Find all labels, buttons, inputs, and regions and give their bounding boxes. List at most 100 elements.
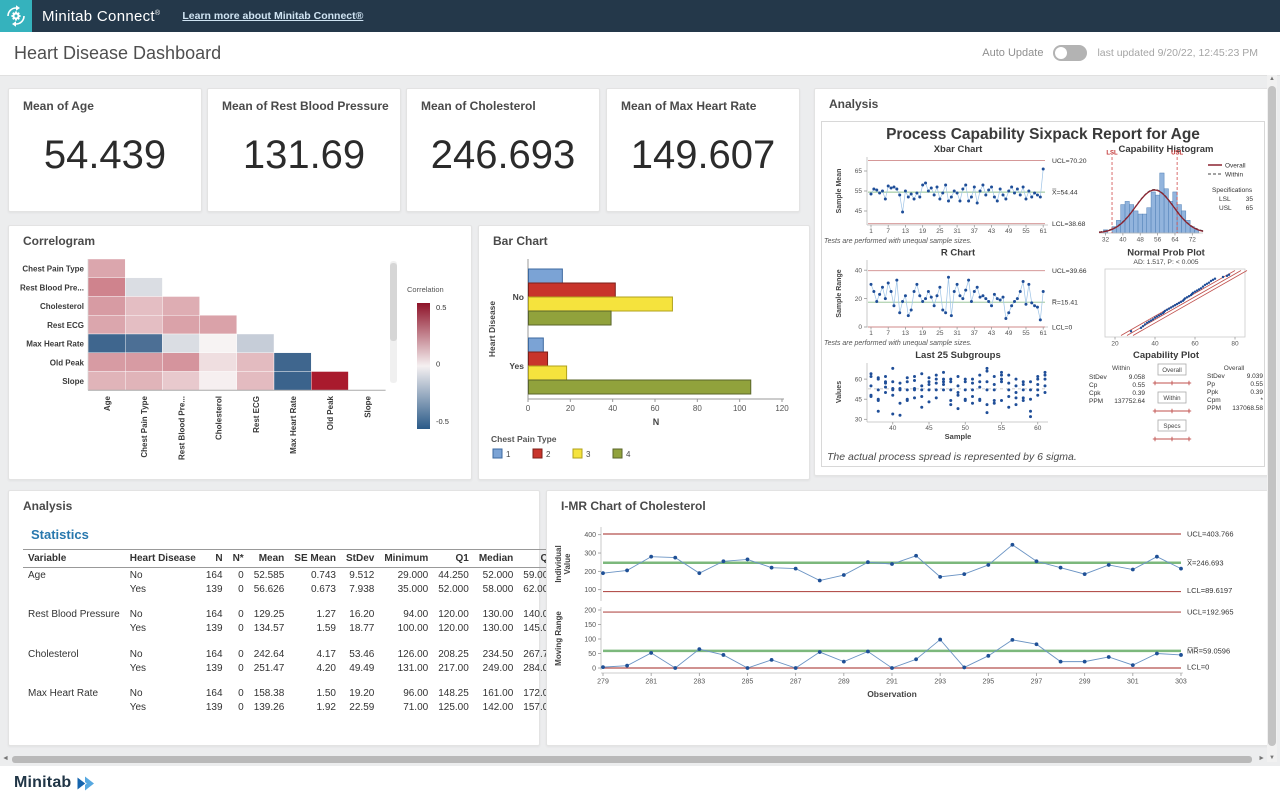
svg-text:50: 50 — [962, 425, 970, 432]
svg-text:Heart Disease: Heart Disease — [487, 301, 497, 358]
vertical-scrollbar[interactable]: ▲ ▼ — [1267, 75, 1277, 762]
svg-text:150: 150 — [584, 622, 596, 629]
svg-text:Yes: Yes — [509, 361, 524, 371]
kpi-card-mean-rest-bp: Mean of Rest Blood Pressure 131.69 — [207, 88, 401, 212]
svg-text:65: 65 — [1246, 205, 1254, 212]
svg-text:293: 293 — [934, 679, 946, 686]
svg-text:Rest Blood Pre...: Rest Blood Pre... — [177, 396, 186, 460]
minitab-logo[interactable]: Minitab — [14, 774, 96, 792]
svg-text:20: 20 — [855, 296, 863, 303]
svg-text:400: 400 — [584, 532, 596, 539]
svg-text:Cpm: Cpm — [1207, 397, 1221, 404]
svg-text:56: 56 — [1154, 237, 1162, 244]
statistics-heading: Statistics — [31, 527, 89, 542]
svg-text:303: 303 — [1175, 679, 1187, 686]
svg-text:Xbar Chart: Xbar Chart — [934, 144, 983, 155]
scroll-up-icon[interactable]: ▲ — [1268, 76, 1276, 82]
svg-text:1: 1 — [869, 228, 873, 235]
svg-text:Pp: Pp — [1207, 381, 1215, 388]
svg-text:Correlation: Correlation — [407, 285, 444, 294]
svg-text:19: 19 — [919, 228, 927, 235]
svg-text:Overall: Overall — [1224, 365, 1245, 372]
svg-text:55: 55 — [855, 188, 863, 195]
correlogram-panel: Correlogram Chest Pain TypeRest Blood Pr… — [8, 225, 472, 480]
svg-text:0: 0 — [592, 666, 596, 673]
scroll-left-icon[interactable]: ◄ — [2, 755, 9, 762]
column-header: SE Mean — [289, 550, 341, 568]
svg-text:Capability Plot: Capability Plot — [1133, 350, 1200, 361]
table-row: Yes1390134.571.5918.77100.00120.00130.00… — [23, 622, 615, 636]
svg-text:LSL: LSL — [1106, 151, 1118, 157]
svg-text:0: 0 — [526, 404, 531, 413]
svg-text:45: 45 — [925, 425, 933, 432]
svg-text:137752.64: 137752.64 — [1114, 398, 1145, 405]
svg-text:Specifications: Specifications — [1212, 187, 1253, 194]
panel-title: Analysis — [829, 97, 878, 111]
kpi-value: 149.607 — [607, 113, 799, 211]
horizontal-scrollbar[interactable]: ◄ ► — [0, 755, 1267, 765]
svg-text:Cholesterol: Cholesterol — [215, 396, 224, 440]
svg-text:72: 72 — [1189, 237, 1197, 244]
svg-text:Process Capability Sixpack Rep: Process Capability Sixpack Report for Ag… — [886, 126, 1200, 143]
kpi-card-mean-age: Mean of Age 54.439 — [8, 88, 202, 212]
toggle-knob — [1055, 47, 1067, 59]
scroll-right-icon[interactable]: ► — [1258, 755, 1265, 762]
svg-text:7: 7 — [886, 228, 890, 235]
svg-text:20: 20 — [1111, 341, 1119, 348]
minitab-connect-logo-icon[interactable] — [0, 0, 32, 32]
panel-title: Analysis — [23, 499, 72, 513]
imr-chart[interactable]: IndividualValue100200300400UCL=403.766X̅… — [551, 515, 1269, 741]
horizontal-scrollbar-thumb[interactable] — [12, 756, 1252, 763]
svg-text:295: 295 — [982, 679, 994, 686]
vertical-scrollbar-thumb[interactable] — [1268, 86, 1276, 746]
svg-text:UCL=39.66: UCL=39.66 — [1052, 268, 1087, 275]
svg-text:Ppk: Ppk — [1207, 389, 1219, 396]
svg-text:Sample: Sample — [945, 432, 972, 441]
svg-text:9.058: 9.058 — [1129, 374, 1146, 381]
svg-text:50: 50 — [588, 651, 596, 658]
svg-text:100: 100 — [733, 404, 747, 413]
gear-refresh-icon — [4, 4, 28, 28]
svg-text:285: 285 — [742, 679, 754, 686]
svg-text:64: 64 — [1171, 237, 1179, 244]
learn-more-link[interactable]: Learn more about Minitab Connect® — [182, 10, 363, 22]
kpi-title: Mean of Cholesterol — [407, 89, 599, 113]
svg-text:Chest Pain Type: Chest Pain Type — [22, 265, 84, 274]
auto-update-toggle[interactable] — [1053, 45, 1087, 61]
scroll-down-icon[interactable]: ▼ — [1268, 755, 1276, 761]
svg-text:61: 61 — [1040, 228, 1048, 235]
svg-text:Rest Blood Pre...: Rest Blood Pre... — [20, 283, 84, 292]
svg-text:49: 49 — [1005, 330, 1013, 337]
svg-text:Individual: Individual — [554, 545, 563, 582]
minitab-chevron-icon — [76, 776, 96, 791]
svg-text:X̿=54.44: X̿=54.44 — [1052, 188, 1078, 197]
svg-text:13: 13 — [902, 228, 910, 235]
svg-text:60: 60 — [855, 376, 863, 383]
svg-text:Cholesterol: Cholesterol — [40, 302, 84, 311]
bar-chart[interactable]: NoYes020406080100120NHeart DiseaseChest … — [483, 252, 805, 478]
svg-text:PPM: PPM — [1089, 398, 1103, 405]
svg-text:40: 40 — [889, 425, 897, 432]
auto-update-label: Auto Update — [982, 47, 1043, 59]
process-capability-sixpack-report[interactable]: Process Capability Sixpack Report for Ag… — [821, 121, 1265, 469]
svg-text:61: 61 — [1040, 330, 1048, 337]
svg-text:Sample Mean: Sample Mean — [836, 169, 843, 214]
svg-text:55: 55 — [1022, 228, 1030, 235]
svg-text:0: 0 — [436, 360, 440, 369]
svg-text:283: 283 — [693, 679, 705, 686]
table-row: Yes139056.6260.6737.93835.00052.00058.00… — [23, 582, 615, 596]
table-row: Yes1390251.474.2049.49131.00217.00249.00… — [23, 661, 615, 675]
svg-text:31: 31 — [953, 228, 961, 235]
svg-text:60: 60 — [1034, 425, 1042, 432]
svg-text:35: 35 — [1246, 196, 1254, 203]
kpi-card-mean-cholesterol: Mean of Cholesterol 246.693 — [406, 88, 600, 212]
svg-text:PPM: PPM — [1207, 405, 1221, 412]
svg-text:X̅=246.693: X̅=246.693 — [1186, 558, 1223, 567]
svg-text:25: 25 — [936, 228, 944, 235]
svg-text:Observation: Observation — [867, 689, 917, 699]
svg-text:0.55: 0.55 — [1250, 381, 1263, 388]
correlogram-heatmap[interactable]: Chest Pain Type Rest Blood Pre... Choleste… — [13, 252, 467, 476]
svg-text:45: 45 — [855, 208, 863, 215]
svg-text:100: 100 — [584, 637, 596, 644]
column-header: Mean — [249, 550, 290, 568]
